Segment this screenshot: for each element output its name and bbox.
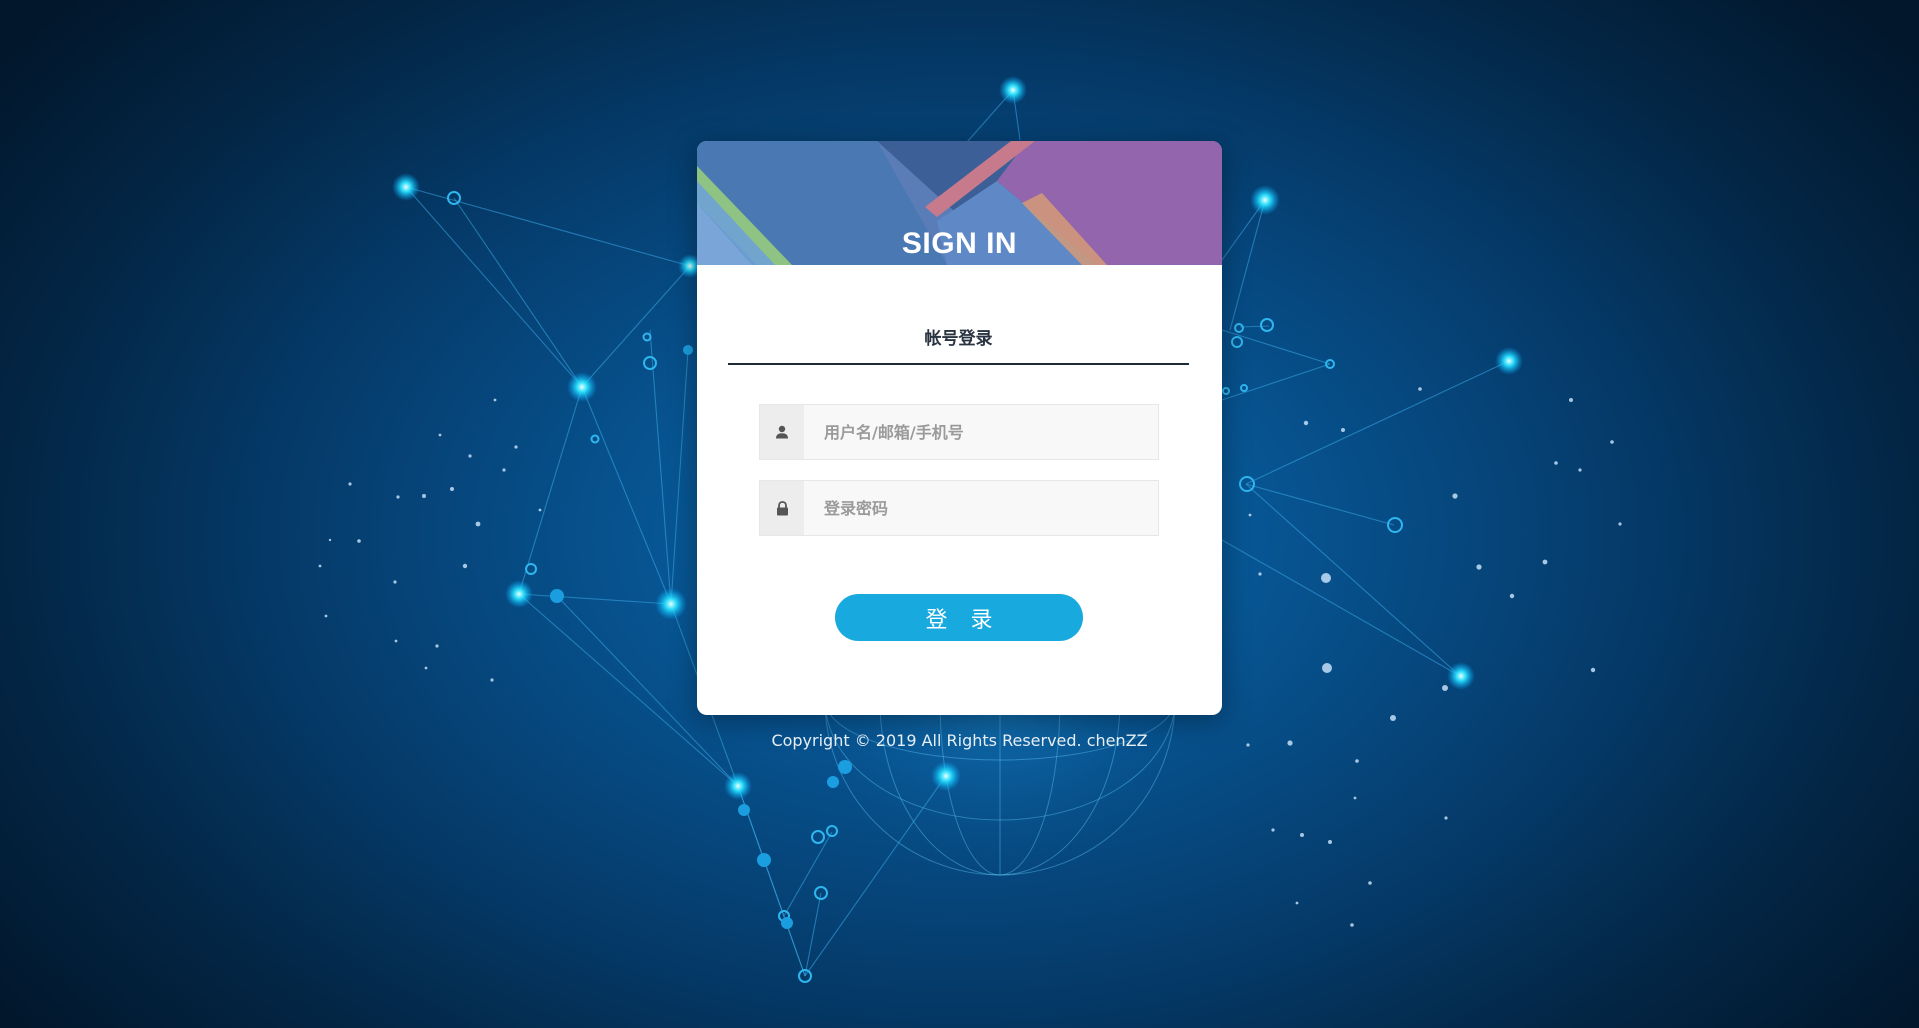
tab-account-login[interactable]: 帐号登录 (728, 324, 1189, 349)
lock-icon (760, 481, 804, 535)
login-card: SIGN IN 帐号登录 登 录 (697, 141, 1222, 715)
copyright-text: Copyright © 2019 All Rights Reserved. ch… (771, 731, 1148, 750)
user-icon (760, 405, 804, 459)
sign-in-title: SIGN IN (901, 227, 1018, 260)
tab-active-underline (728, 363, 1189, 365)
username-input[interactable] (804, 405, 1158, 459)
login-button[interactable]: 登 录 (835, 594, 1083, 641)
header-banner: SIGN IN (697, 141, 1222, 265)
password-field (759, 480, 1159, 536)
password-input[interactable] (804, 481, 1158, 535)
username-field (759, 404, 1159, 460)
